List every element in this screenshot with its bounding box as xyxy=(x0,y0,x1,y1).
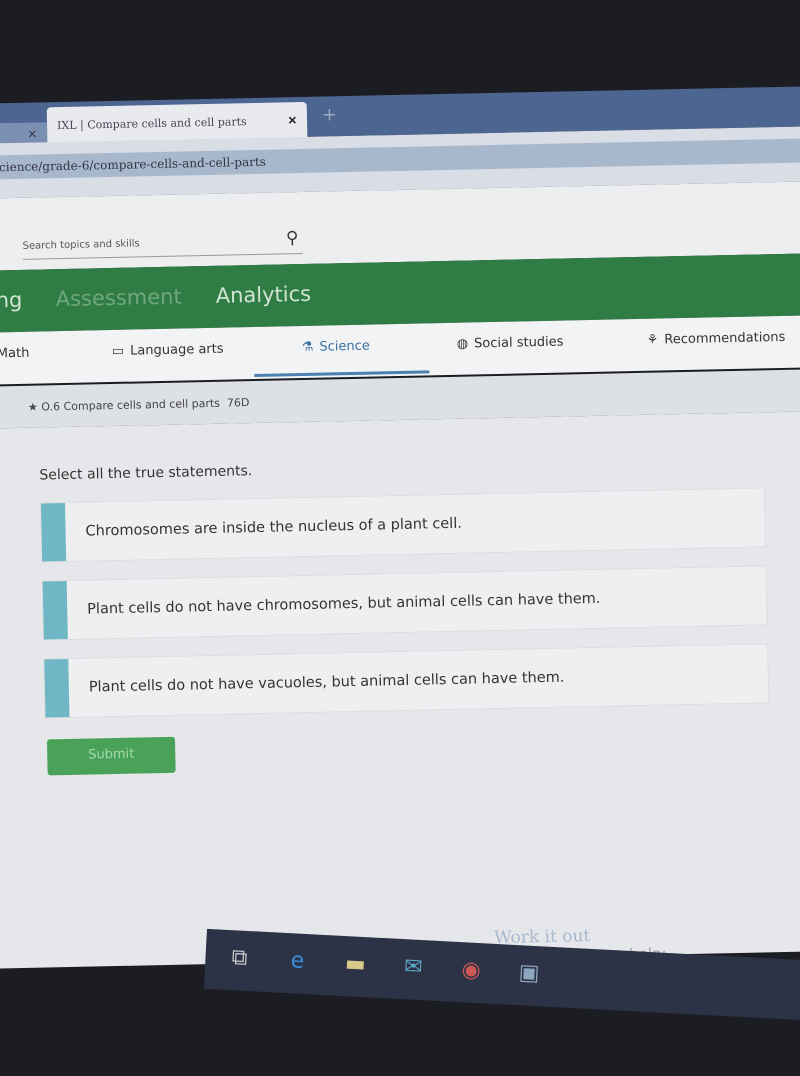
answer-option[interactable]: Plant cells do not have chromosomes, but… xyxy=(41,565,768,641)
checkbox[interactable] xyxy=(42,580,68,640)
url-field[interactable]: science/grade-6/compare-cells-and-cell-p… xyxy=(0,137,800,180)
mail-icon[interactable]: ✉ xyxy=(393,954,433,986)
submit-button[interactable]: Submit xyxy=(46,736,176,776)
option-text: Chromosomes are inside the nucleus of a … xyxy=(85,515,463,540)
checkbox[interactable] xyxy=(44,658,70,718)
tab-recommendations[interactable]: ⚘ Recommendations xyxy=(647,330,786,348)
nav-analytics[interactable]: Analytics xyxy=(215,282,311,308)
tab-science[interactable]: ⚗ Science xyxy=(302,339,370,355)
globe-icon: ◍ xyxy=(456,336,469,352)
tab-label: Social studies xyxy=(473,334,564,352)
tab-math[interactable]: Math xyxy=(0,346,30,362)
skill-code: 76D xyxy=(226,396,250,410)
screen: × IXL | Compare cells and cell parts ✕ + … xyxy=(0,0,800,1075)
flask-icon: ⚗ xyxy=(301,339,314,356)
option-text: Plant cells do not have chromosomes, but… xyxy=(87,590,601,618)
tab-label: Language arts xyxy=(129,341,224,359)
tab-label: Recommendations xyxy=(664,329,786,348)
answer-option[interactable]: Chromosomes are inside the nucleus of a … xyxy=(39,487,767,563)
nav-assessment[interactable]: Assessment xyxy=(55,285,181,312)
tab-label: Math xyxy=(0,345,30,362)
search-placeholder: Search topics and skills xyxy=(22,238,140,252)
recommendations-icon: ⚘ xyxy=(646,332,659,348)
option-text: Plant cells do not have vacuoles, but an… xyxy=(88,669,565,696)
task-view-icon[interactable]: ⧉ xyxy=(220,945,260,977)
nav-learning[interactable]: ng xyxy=(0,288,23,313)
edge-icon[interactable]: e xyxy=(278,948,318,980)
tab-language-arts[interactable]: ▭ Language arts xyxy=(112,342,224,359)
question-area: Select all the true statements. Chromoso… xyxy=(0,410,800,969)
checkbox[interactable] xyxy=(40,503,67,562)
tab-social-studies[interactable]: ◍ Social studies xyxy=(457,335,564,352)
answer-option[interactable]: Plant cells do not have vacuoles, but an… xyxy=(43,643,770,719)
search-icon[interactable]: ⚲ xyxy=(286,228,299,248)
camera-icon[interactable]: ▣ xyxy=(509,960,549,992)
star-icon: ★ xyxy=(27,400,42,414)
book-icon: ▭ xyxy=(111,343,125,360)
question-prompt: Select all the true statements. xyxy=(39,463,253,484)
skill-name[interactable]: O.6 Compare cells and cell parts xyxy=(41,397,220,414)
tab-label: Science xyxy=(319,338,370,355)
active-tab-indicator xyxy=(254,370,430,378)
tab-title: IXL | Compare cells and cell parts xyxy=(56,115,247,133)
close-tab-icon[interactable]: ✕ xyxy=(288,114,297,127)
file-explorer-icon[interactable]: ▬ xyxy=(335,951,375,983)
chrome-icon[interactable]: ◉ xyxy=(451,957,491,989)
search-input[interactable]: Search topics and skills ⚲ xyxy=(22,228,303,260)
new-tab-button[interactable]: + xyxy=(322,104,338,125)
